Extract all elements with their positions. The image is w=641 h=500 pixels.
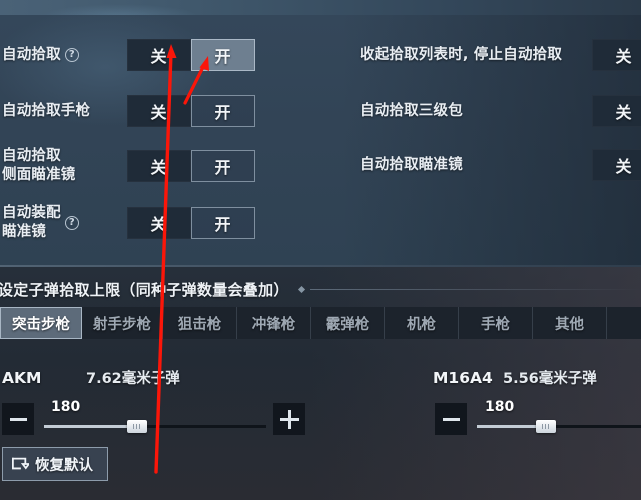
toggle-group-auto-pickup-pistol: 关 开 — [127, 95, 255, 127]
panel-divider — [0, 265, 641, 267]
tab-smg[interactable]: 冲锋枪 — [237, 307, 311, 339]
ammo-value: 180 — [485, 399, 515, 415]
toggle-option-off[interactable]: 关 — [592, 95, 641, 127]
weapon-name: M16A4 — [433, 369, 493, 387]
restore-defaults-button[interactable]: 恢复默认 — [2, 447, 108, 481]
toggle-option-on[interactable]: 开 — [191, 207, 255, 239]
setting-row-auto-pickup-scope: 自动拾取瞄准镜 关 — [300, 143, 641, 187]
toggle-option-off[interactable]: 关 — [127, 95, 191, 127]
ammo-slider-row: 180 — [425, 399, 641, 445]
weapon-header: M16A4 5.56毫米子弹 — [425, 367, 641, 391]
weapon-category-tabs: 突击步枪 射手步枪 狙击枪 冲锋枪 霰弹枪 机枪 手枪 其他 — [0, 307, 641, 339]
ammo-value: 180 — [51, 399, 81, 415]
toggle-group-auto-pickup: 关 开 — [127, 39, 255, 71]
decrement-button[interactable] — [2, 403, 34, 435]
tab-other[interactable]: 其他 — [533, 307, 607, 339]
setting-row-auto-pickup-pistol: 自动拾取手枪 关 开 — [0, 89, 300, 133]
setting-label-group: 自动拾取手枪 — [0, 102, 125, 121]
header-rule — [309, 288, 641, 290]
tab-sniper-rifle[interactable]: 狙击枪 — [163, 307, 237, 339]
toggle-group-auto-equip-scope: 关 开 — [127, 207, 255, 239]
plus-icon — [279, 409, 299, 429]
toggle-group-stop-autopickup: 关 — [592, 39, 641, 71]
setting-label: 自动装配 瞄准镜 — [2, 205, 61, 240]
toggle-option-off[interactable]: 关 — [127, 39, 191, 71]
toggle-option-off[interactable]: 关 — [127, 207, 191, 239]
setting-label-group: 自动拾取 侧面瞄准镜 — [0, 147, 125, 184]
tab-machine-gun[interactable]: 机枪 — [385, 307, 459, 339]
increment-button[interactable] — [273, 403, 305, 435]
settings-right-column: 收起拾取列表时, 停止自动拾取 关 自动拾取三级包 关 自动拾取瞄准镜 关 — [300, 15, 641, 265]
setting-label-group: 自动拾取 ? — [0, 46, 125, 65]
section-title: 设定子弹拾取上限（同种子弹数量会叠加） — [0, 280, 289, 299]
slider-knob[interactable] — [535, 420, 556, 433]
settings-left-column: 自动拾取 ? 关 开 自动拾取手枪 关 开 自动拾取 侧面瞄准镜 关 开 自动装… — [0, 15, 300, 265]
toggle-option-on[interactable]: 开 — [191, 150, 255, 182]
diamond-icon — [297, 285, 305, 293]
setting-label: 自动拾取 侧面瞄准镜 — [2, 148, 76, 183]
setting-row-auto-pickup-lv3-backpack: 自动拾取三级包 关 — [300, 89, 641, 133]
weapon-header: AKM 7.62毫米子弹 — [0, 367, 320, 391]
slider-fill — [44, 425, 138, 428]
ammo-slider[interactable]: 180 — [477, 399, 641, 445]
slider-track[interactable] — [477, 420, 641, 433]
toggle-option-off[interactable]: 关 — [592, 39, 641, 71]
setting-label: 自动拾取手枪 — [2, 102, 91, 119]
setting-row-auto-pickup: 自动拾取 ? 关 开 — [0, 33, 300, 77]
auto-pickup-settings-panel: 自动拾取 ? 关 开 自动拾取手枪 关 开 自动拾取 侧面瞄准镜 关 开 自动装… — [0, 7, 641, 265]
tab-pistol[interactable]: 手枪 — [459, 307, 533, 339]
toggle-option-off[interactable]: 关 — [127, 150, 191, 182]
toggle-option-off[interactable]: 关 — [592, 149, 641, 181]
weapon-row-akm: AKM 7.62毫米子弹 180 — [0, 367, 320, 447]
setting-row-auto-equip-scope: 自动装配 瞄准镜 ? 关 开 — [0, 200, 300, 246]
toggle-option-on[interactable]: 开 — [191, 95, 255, 127]
slider-track[interactable] — [44, 420, 266, 433]
weapon-name: AKM — [2, 369, 42, 387]
ammo-slider-row: 180 — [0, 399, 320, 445]
setting-label: 自动拾取 — [2, 46, 61, 63]
setting-row-auto-pickup-canted-sight: 自动拾取 侧面瞄准镜 关 开 — [0, 143, 300, 189]
setting-row-stop-autopickup-on-collapse: 收起拾取列表时, 停止自动拾取 关 — [300, 33, 641, 77]
weapon-row-m16a4: M16A4 5.56毫米子弹 180 — [425, 367, 641, 447]
ammo-slider[interactable]: 180 — [44, 399, 266, 445]
ammo-type-label: 7.62毫米子弹 — [86, 371, 180, 387]
restore-loop-icon — [12, 457, 29, 470]
tab-shotgun[interactable]: 霰弹枪 — [311, 307, 385, 339]
toggle-group-lv3-backpack: 关 — [592, 95, 641, 127]
ammo-section-header: 设定子弹拾取上限（同种子弹数量会叠加） — [0, 276, 641, 302]
decrement-button[interactable] — [435, 403, 467, 435]
tab-dmr[interactable]: 射手步枪 — [82, 307, 163, 339]
toggle-group-auto-pickup-scope: 关 — [592, 149, 641, 181]
setting-label: 自动拾取三级包 — [360, 102, 463, 119]
minus-icon — [9, 417, 27, 421]
setting-label: 自动拾取瞄准镜 — [360, 156, 463, 173]
minus-icon — [442, 417, 460, 421]
help-icon[interactable]: ? — [64, 216, 79, 230]
setting-label: 收起拾取列表时, 停止自动拾取 — [360, 46, 563, 63]
restore-defaults-label: 恢复默认 — [35, 457, 93, 474]
toggle-option-on[interactable]: 开 — [191, 39, 255, 71]
game-settings-screen: 自动拾取 ? 关 开 自动拾取手枪 关 开 自动拾取 侧面瞄准镜 关 开 自动装… — [0, 0, 641, 500]
tab-assault-rifle[interactable]: 突击步枪 — [0, 307, 82, 339]
ammo-type-label: 5.56毫米子弹 — [503, 371, 597, 387]
toggle-group-auto-pickup-canted-sight: 关 开 — [127, 150, 255, 182]
help-icon[interactable]: ? — [64, 47, 79, 62]
setting-label-group: 自动装配 瞄准镜 ? — [0, 204, 125, 241]
slider-knob[interactable] — [127, 420, 148, 433]
